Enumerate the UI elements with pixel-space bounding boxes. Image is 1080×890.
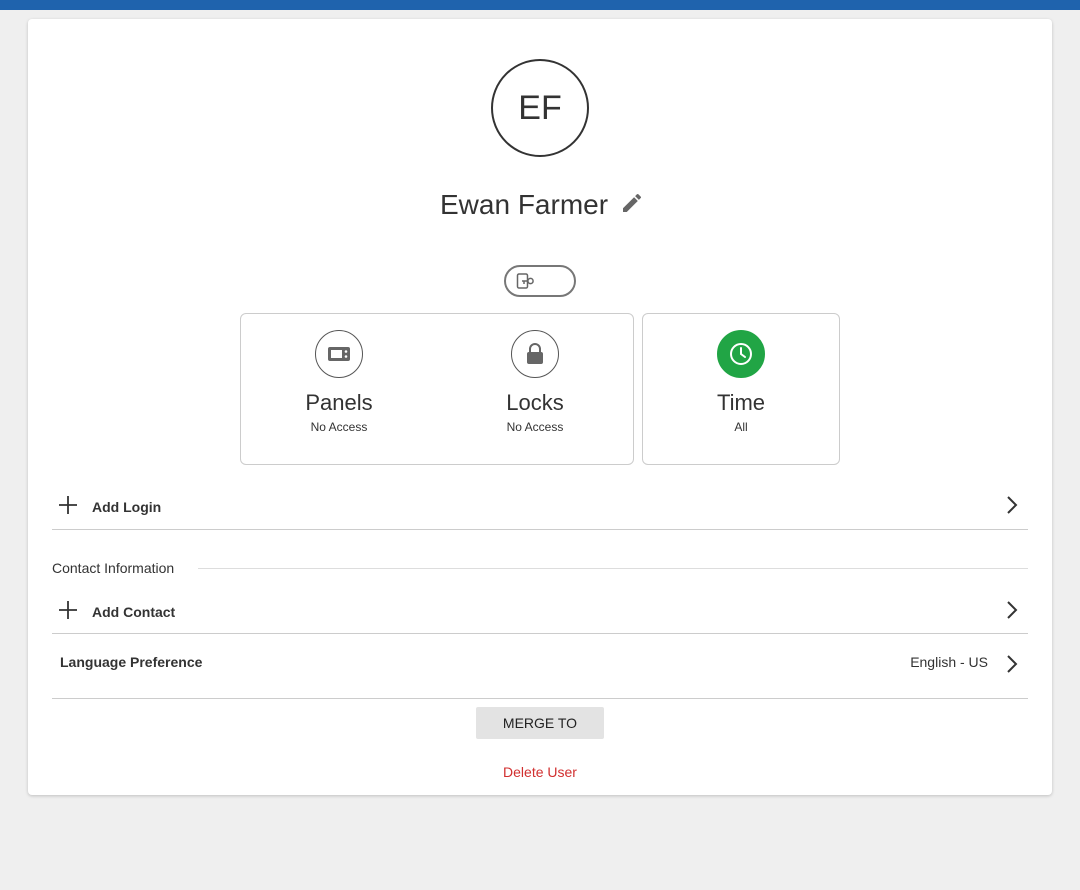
chevron-right-icon: [1007, 496, 1018, 514]
contact-section-title: Contact Information: [52, 560, 175, 576]
access-time[interactable]: Time All: [643, 314, 839, 464]
avatar: EF: [491, 59, 589, 157]
plus-icon: [59, 496, 77, 514]
user-detail-card: EF Ewan Farmer Panels No Access Locks No…: [28, 19, 1052, 795]
panel-icon: [315, 330, 363, 378]
chevron-right-icon: [1007, 655, 1018, 673]
language-preference-row[interactable]: Language Preference English - US: [52, 634, 1028, 699]
top-bar: [0, 0, 1080, 10]
credential-key-icon: [516, 273, 534, 289]
add-contact-row[interactable]: Add Contact: [52, 589, 1028, 634]
access-panels-status: No Access: [310, 420, 368, 434]
access-locks-status: No Access: [506, 420, 564, 434]
delete-user-link[interactable]: Delete User: [28, 764, 1052, 780]
language-value: English - US: [910, 654, 988, 670]
access-time-status: All: [734, 420, 748, 434]
user-name-row: Ewan Farmer: [28, 185, 1052, 225]
access-time-title: Time: [716, 390, 766, 415]
language-label: Language Preference: [60, 654, 203, 670]
access-panels-title: Panels: [305, 390, 373, 415]
avatar-initials: EF: [518, 88, 562, 127]
access-locks[interactable]: Locks No Access: [437, 314, 633, 464]
user-name: Ewan Farmer: [440, 189, 609, 220]
access-group-hardware: Panels No Access Locks No Access: [240, 313, 634, 465]
lock-icon: [511, 330, 559, 378]
add-contact-label: Add Contact: [92, 604, 176, 620]
section-divider: [198, 568, 1028, 569]
access-group-time: Time All: [642, 313, 840, 465]
plus-icon: [59, 601, 77, 619]
access-panels[interactable]: Panels No Access: [241, 314, 437, 464]
credential-badge[interactable]: [504, 265, 576, 297]
pencil-icon[interactable]: [620, 191, 644, 215]
merge-to-button[interactable]: MERGE TO: [476, 707, 604, 739]
clock-icon: [717, 330, 765, 378]
chevron-right-icon: [1007, 601, 1018, 619]
access-locks-title: Locks: [506, 390, 564, 415]
add-login-label: Add Login: [92, 499, 162, 515]
add-login-row[interactable]: Add Login: [52, 485, 1028, 530]
